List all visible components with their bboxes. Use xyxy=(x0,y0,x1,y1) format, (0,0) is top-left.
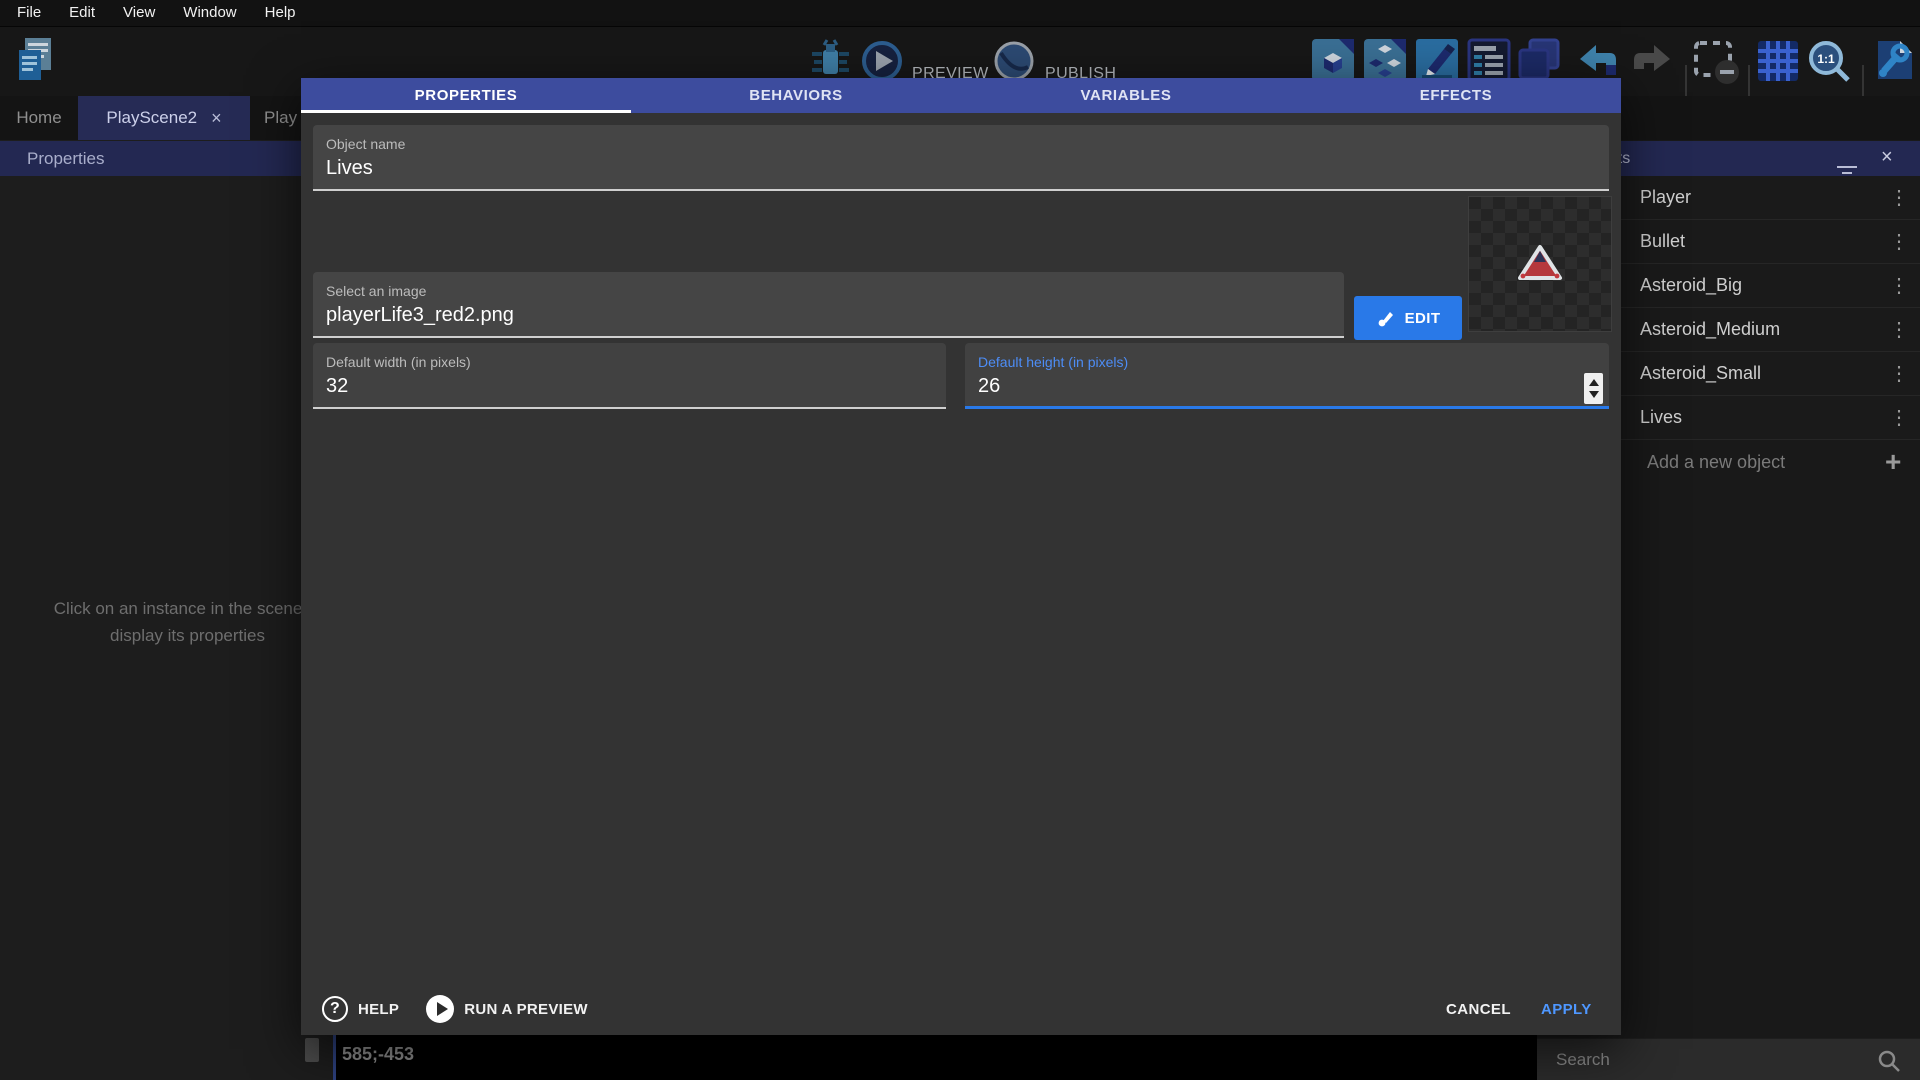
object-menu-dots-icon[interactable]: ⋮ xyxy=(1889,232,1909,252)
object-name-value: Lives xyxy=(326,157,373,180)
sprite-thumbnail xyxy=(1468,196,1612,332)
default-height-label: Default height (in pixels) xyxy=(978,354,1128,370)
dialog-tab-bar: PROPERTIES BEHAVIORS VARIABLES EFFECTS xyxy=(301,78,1621,113)
run-preview-button[interactable]: RUN A PREVIEW xyxy=(426,995,588,1023)
dialog-footer: ? HELP RUN A PREVIEW CANCEL APPLY xyxy=(301,983,1621,1035)
number-stepper[interactable] xyxy=(1584,373,1603,404)
cancel-button[interactable]: CANCEL xyxy=(1446,1001,1511,1018)
object-label: Asteroid_Small xyxy=(1640,363,1761,384)
menu-window[interactable]: Window xyxy=(172,0,247,26)
menu-bar: File Edit View Window Help xyxy=(0,0,1920,27)
ship-sprite xyxy=(1517,244,1563,284)
properties-pencil-icon[interactable] xyxy=(1414,37,1460,83)
close-tab-icon[interactable]: × xyxy=(211,108,222,129)
layers-icon[interactable] xyxy=(1514,37,1562,83)
search-icon xyxy=(1877,1049,1901,1073)
svg-text:1:1: 1:1 xyxy=(1817,52,1835,66)
default-height-value: 26 xyxy=(978,375,1000,398)
close-panel-icon[interactable]: × xyxy=(1881,146,1893,169)
add-object-label: Add a new object xyxy=(1647,452,1785,473)
debugger-icon[interactable] xyxy=(806,36,854,84)
dialog-tab-variables[interactable]: VARIABLES xyxy=(961,78,1291,113)
deselect-icon[interactable] xyxy=(1692,39,1740,85)
dialog-tab-effects[interactable]: EFFECTS xyxy=(1291,78,1621,113)
default-height-field[interactable]: Default height (in pixels) 26 xyxy=(965,343,1609,409)
stepper-down-icon[interactable] xyxy=(1589,391,1599,398)
help-button[interactable]: ? HELP xyxy=(322,996,399,1022)
apply-button[interactable]: APPLY xyxy=(1541,1001,1592,1018)
tab-play-label: Play xyxy=(264,108,297,128)
object-groups-icon[interactable] xyxy=(1362,37,1408,83)
object-name-field[interactable]: Object name Lives xyxy=(313,125,1609,191)
tab-home-label: Home xyxy=(16,108,61,128)
panel-scrollbar-thumb[interactable] xyxy=(305,1038,319,1062)
object-menu-dots-icon[interactable]: ⋮ xyxy=(1889,276,1909,296)
plus-icon: + xyxy=(1885,448,1901,476)
default-width-label: Default width (in pixels) xyxy=(326,354,471,370)
search-input[interactable] xyxy=(1556,1045,1856,1075)
select-image-field[interactable]: Select an image playerLife3_red2.png xyxy=(313,272,1344,338)
object-label: Bullet xyxy=(1640,231,1685,252)
menu-file[interactable]: File xyxy=(6,0,52,26)
objects-editor-icon[interactable] xyxy=(1310,37,1356,83)
stepper-up-icon[interactable] xyxy=(1589,379,1599,386)
menu-help[interactable]: Help xyxy=(254,0,307,26)
tab-home[interactable]: Home xyxy=(0,96,78,140)
help-icon: ? xyxy=(322,996,348,1022)
undo-icon[interactable] xyxy=(1576,39,1622,83)
redo-icon[interactable] xyxy=(1628,39,1674,83)
dialog-tab-behaviors[interactable]: BEHAVIORS xyxy=(631,78,961,113)
object-menu-dots-icon[interactable]: ⋮ xyxy=(1889,188,1909,208)
dialog-tab-properties[interactable]: PROPERTIES xyxy=(301,78,631,113)
properties-panel: Properties Click on an instance in the s… xyxy=(0,140,333,1080)
menu-edit[interactable]: Edit xyxy=(58,0,106,26)
default-width-field[interactable]: Default width (in pixels) 32 xyxy=(313,343,946,409)
instances-list-icon[interactable] xyxy=(1466,37,1512,83)
select-image-label: Select an image xyxy=(326,283,426,299)
cursor-coordinates: 585;-453 xyxy=(342,1044,414,1065)
object-name-label: Object name xyxy=(326,136,405,152)
grid-icon[interactable] xyxy=(1756,39,1800,83)
edit-button-label: EDIT xyxy=(1405,310,1441,327)
object-menu-dots-icon[interactable]: ⋮ xyxy=(1889,408,1909,428)
tools-icon[interactable] xyxy=(1872,37,1916,83)
tab-playscene2[interactable]: PlayScene2 × xyxy=(78,96,250,140)
tab-playscene2-label: PlayScene2 xyxy=(106,108,197,128)
project-manager-icon[interactable] xyxy=(15,36,55,84)
object-label: Player xyxy=(1640,187,1691,208)
filter-icon[interactable] xyxy=(1837,165,1857,177)
brush-icon xyxy=(1376,308,1396,328)
help-label: HELP xyxy=(358,1001,399,1018)
object-menu-dots-icon[interactable]: ⋮ xyxy=(1889,320,1909,340)
objects-search-bar xyxy=(1537,1038,1920,1080)
play-icon xyxy=(426,995,454,1023)
object-menu-dots-icon[interactable]: ⋮ xyxy=(1889,364,1909,384)
menu-view[interactable]: View xyxy=(112,0,166,26)
publish-icon[interactable] xyxy=(993,40,1035,82)
select-image-value: playerLife3_red2.png xyxy=(326,304,514,327)
properties-panel-title: Properties xyxy=(27,149,104,169)
preview-icon[interactable] xyxy=(861,40,903,82)
properties-panel-header: Properties xyxy=(0,141,333,176)
run-preview-label: RUN A PREVIEW xyxy=(464,1001,588,1018)
zoom-original-icon[interactable]: 1:1 xyxy=(1806,38,1852,84)
edit-image-button[interactable]: EDIT xyxy=(1354,296,1462,340)
object-properties-dialog: PROPERTIES BEHAVIORS VARIABLES EFFECTS O… xyxy=(301,78,1621,1035)
default-width-value: 32 xyxy=(326,375,348,398)
object-label: Lives xyxy=(1640,407,1682,428)
object-label: Asteroid_Medium xyxy=(1640,319,1780,340)
object-label: Asteroid_Big xyxy=(1640,275,1742,296)
